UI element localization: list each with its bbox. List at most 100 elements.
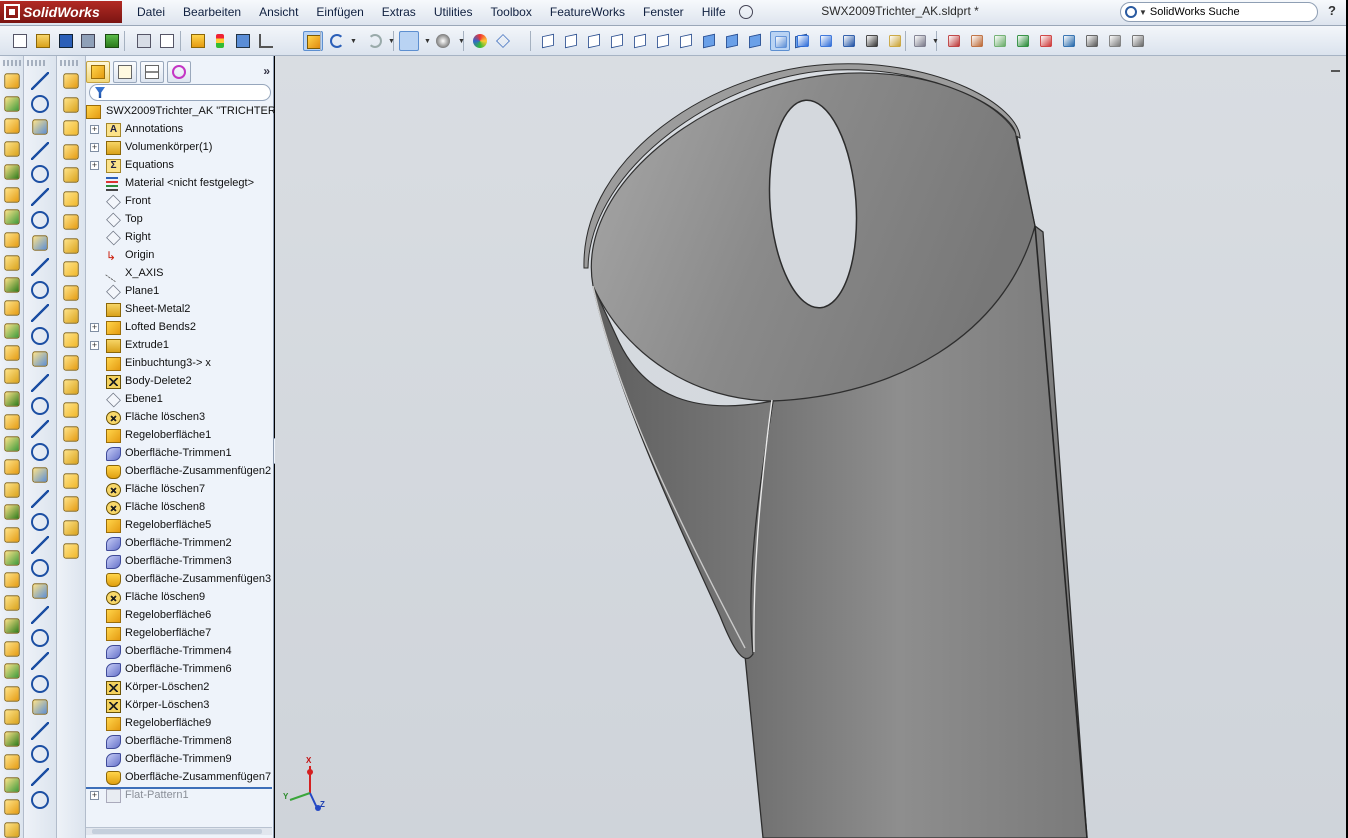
smart-mate-button[interactable]: [990, 31, 1010, 51]
tree-item[interactable]: + Σ Equations: [86, 157, 274, 175]
tree-item[interactable]: Regeloberfläche5: [86, 517, 274, 535]
tree-item[interactable]: Körper-Löschen3: [86, 697, 274, 715]
feature-tool-icon[interactable]: [4, 481, 20, 498]
propertymanager-tab[interactable]: [113, 61, 137, 83]
expand-icon[interactable]: +: [90, 323, 99, 332]
feature-tool-icon[interactable]: [4, 141, 20, 157]
sketch-tool-icon[interactable]: [31, 628, 49, 647]
new-document-button[interactable]: [10, 31, 30, 51]
sketch-tool-icon[interactable]: [31, 536, 49, 554]
surface-tool-icon[interactable]: [63, 519, 79, 536]
sketch-tool-icon[interactable]: [31, 257, 49, 276]
tree-item[interactable]: Sheet-Metal2: [86, 301, 274, 319]
feature-tool-icon[interactable]: [4, 323, 20, 339]
horizontal-scrollbar[interactable]: [86, 827, 272, 835]
surface-tool-icon[interactable]: [63, 214, 79, 230]
flex-button[interactable]: [1013, 31, 1033, 51]
feature-tool-icon[interactable]: [4, 572, 20, 589]
surface-tool-icon[interactable]: [63, 331, 79, 348]
tree-item[interactable]: Einbuchtung3-> x: [86, 355, 274, 373]
surface-tool-icon[interactable]: [63, 308, 79, 324]
surface-tool-icon[interactable]: [63, 543, 79, 559]
sketch-tool-icon[interactable]: [32, 467, 48, 484]
sketch-tool-icon[interactable]: [32, 119, 48, 136]
sketch-tool-icon[interactable]: [31, 721, 49, 740]
featuremanager-tab[interactable]: [86, 61, 110, 83]
feature-tool-icon[interactable]: [4, 164, 20, 180]
sketch-tool-icon[interactable]: [31, 211, 49, 230]
sketch-tool-icon[interactable]: [31, 164, 49, 183]
feature-tool-icon[interactable]: [4, 504, 20, 520]
reference-geometry-button[interactable]: [967, 31, 987, 51]
toolbar-grip[interactable]: [3, 60, 21, 66]
feature-tool-icon[interactable]: [4, 550, 20, 566]
feature-tool-icon[interactable]: [4, 822, 20, 838]
sketch-tool-icon[interactable]: [32, 235, 48, 252]
expand-icon[interactable]: +: [90, 341, 99, 350]
sketch-tool-icon[interactable]: [31, 512, 49, 531]
tree-item[interactable]: Regeloberfläche9: [86, 715, 274, 733]
tree-item[interactable]: Oberfläche-Zusammenfügen3: [86, 571, 274, 589]
part-model[interactable]: [275, 56, 1346, 838]
feature-tool-icon[interactable]: [4, 232, 20, 248]
sketch-tool-icon[interactable]: [31, 559, 49, 578]
view-orientation-button[interactable]: [561, 31, 581, 51]
move-button[interactable]: [862, 31, 882, 51]
feature-tool-icon[interactable]: [4, 686, 20, 702]
tree-item[interactable]: Top: [86, 211, 274, 229]
undo-button[interactable]: [327, 31, 347, 51]
properties-button[interactable]: [102, 31, 122, 51]
feature-tool-icon[interactable]: [4, 777, 20, 793]
display-style-button[interactable]: [433, 31, 453, 51]
feature-tool-icon[interactable]: [4, 595, 20, 611]
feature-tool-icon[interactable]: [4, 186, 20, 203]
shaded-button[interactable]: [793, 31, 813, 51]
rollback-bar[interactable]: [86, 787, 272, 789]
surface-tool-icon[interactable]: [63, 237, 79, 254]
sketch-tool-icon[interactable]: [32, 699, 48, 716]
arrow-down-button[interactable]: [280, 31, 300, 51]
sketch-tool-icon[interactable]: [32, 583, 48, 600]
redo-button[interactable]: [365, 31, 385, 51]
sketch-tool-icon[interactable]: [31, 373, 49, 392]
view-orientation-button[interactable]: [676, 31, 696, 51]
toolbox-button[interactable]: [1128, 31, 1148, 51]
menu-extras[interactable]: Extras: [373, 5, 425, 19]
surface-tool-icon[interactable]: [63, 284, 79, 301]
menu-bearbeiten[interactable]: Bearbeiten: [174, 5, 250, 19]
search-input[interactable]: ▼ SolidWorks Suche: [1120, 2, 1318, 22]
expand-icon[interactable]: +: [90, 791, 99, 800]
save-button[interactable]: [56, 31, 76, 51]
tree-item[interactable]: Regeloberfläche6: [86, 607, 274, 625]
sketch-tool-icon[interactable]: [31, 396, 49, 415]
feature-tool-icon[interactable]: [4, 527, 20, 543]
view-orientation-button[interactable]: [653, 31, 673, 51]
graphics-area[interactable]: [275, 56, 1346, 838]
measure-button[interactable]: [1105, 31, 1125, 51]
instant3d-button[interactable]: [1082, 31, 1102, 51]
tree-root[interactable]: SWX2009Trichter_AK "TRICHTER": [86, 103, 280, 121]
component-button[interactable]: [233, 31, 253, 51]
surface-tool-icon[interactable]: [63, 96, 79, 113]
tree-item[interactable]: Körper-Löschen2: [86, 679, 274, 697]
menu-ansicht[interactable]: Ansicht: [250, 5, 307, 19]
feature-tool-icon[interactable]: [4, 277, 20, 293]
tree-item[interactable]: Fläche löschen9: [86, 589, 274, 607]
toolbar-grip[interactable]: [60, 60, 78, 66]
feature-tool-icon[interactable]: [4, 731, 20, 747]
print-preview-button[interactable]: [134, 31, 154, 51]
surface-tool-icon[interactable]: [63, 120, 79, 136]
tree-item[interactable]: Fläche löschen7: [86, 481, 274, 499]
menu-toolbox[interactable]: Toolbox: [481, 5, 540, 19]
view-normal-button[interactable]: [839, 31, 859, 51]
sketch-tool-icon[interactable]: [31, 304, 49, 322]
tree-item[interactable]: Right: [86, 229, 274, 247]
appearance-button[interactable]: [470, 31, 490, 51]
toolbar-grip[interactable]: [27, 60, 45, 66]
view-orientation-button[interactable]: [745, 31, 765, 51]
expand-icon[interactable]: +: [90, 125, 99, 134]
feature-tool-icon[interactable]: [4, 640, 20, 657]
tree-item[interactable]: Front: [86, 193, 274, 211]
sketch-tool-icon[interactable]: [31, 768, 49, 786]
feature-tool-icon[interactable]: [4, 368, 20, 384]
